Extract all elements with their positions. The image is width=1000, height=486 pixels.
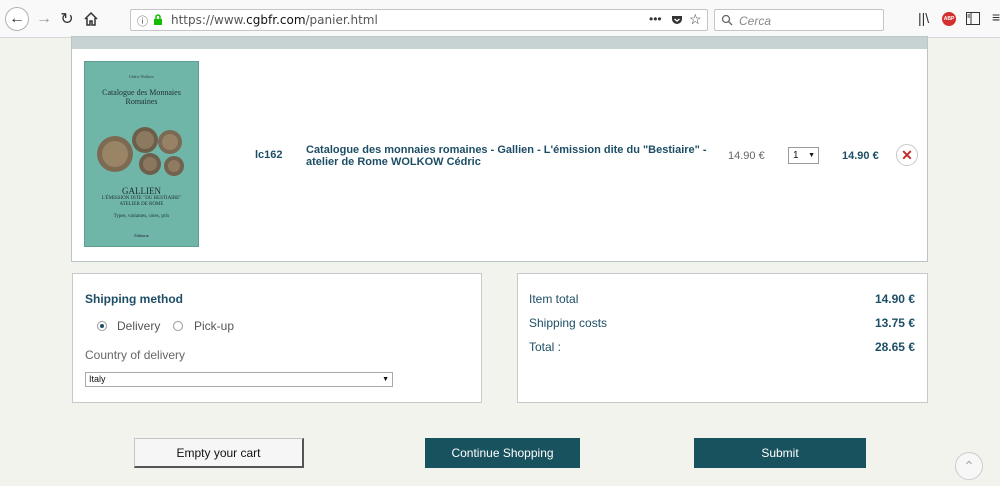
product-title-link[interactable]: Catalogue des monnaies romaines - Gallie…	[306, 144, 716, 168]
library-icon[interactable]: ||\	[918, 10, 929, 26]
url-path: /panier.html	[305, 13, 378, 27]
shipping-costs-value: 13.75 €	[874, 316, 915, 330]
country-value: Italy	[89, 374, 106, 384]
continue-shopping-button[interactable]: Continue Shopping	[425, 438, 580, 468]
country-label: Country of delivery	[85, 348, 186, 362]
scroll-to-top-button[interactable]: ⌃	[955, 452, 983, 480]
remove-item-button[interactable]: ✕	[896, 144, 918, 166]
browser-toolbar: ← → ↻ ⓘ https://www.cgbfr.com/panier.htm…	[0, 0, 1000, 38]
lock-icon	[154, 14, 162, 25]
search-bar[interactable]: Cerca	[714, 9, 884, 31]
url-text: https://www.cgbfr.com/panier.html	[171, 13, 378, 27]
delivery-radio[interactable]	[97, 321, 107, 331]
adblock-icon[interactable]: ABP	[942, 12, 956, 26]
cover-subtitle: GALLIEN L'ÉMISSION DITE "DU BESTIAIRE" A…	[85, 186, 198, 220]
page-actions-icon[interactable]: •••	[649, 12, 662, 26]
cover-author: Cédric Wolkow	[128, 74, 155, 79]
coins-illustration	[97, 127, 184, 176]
pickup-radio[interactable]	[173, 321, 183, 331]
close-icon: ✕	[901, 146, 913, 163]
product-image[interactable]: Cédric Wolkow Catalogue des Monnaies Rom…	[84, 61, 199, 247]
url-domain: cgbfr.com	[246, 13, 306, 27]
back-button[interactable]: ←	[5, 7, 29, 31]
cover-title-line1: Catalogue des Monnaies	[102, 88, 181, 97]
delivery-label[interactable]: Delivery	[117, 319, 160, 333]
quantity-select[interactable]: 1 ▼	[788, 147, 819, 164]
cover-sub4: Types, variantes, cotes, prix	[113, 214, 170, 219]
country-select[interactable]: Italy ▼	[85, 372, 393, 387]
reload-button[interactable]: ↻	[56, 8, 78, 30]
chevron-up-icon: ⌃	[963, 457, 975, 474]
reload-icon: ↻	[60, 11, 74, 28]
item-total-value: 14.90 €	[874, 292, 915, 306]
item-total-label: Item total	[529, 292, 579, 306]
totals-panel: Item total 14.90 € Shipping costs 13.75 …	[517, 273, 928, 403]
shipping-title: Shipping method	[85, 292, 183, 306]
home-button[interactable]	[80, 8, 102, 30]
quantity-value: 1	[793, 150, 799, 161]
search-icon	[721, 14, 733, 26]
card-header-bar	[72, 37, 927, 49]
arrow-right-icon: →	[36, 10, 52, 27]
cover-sub1: GALLIEN	[122, 186, 161, 196]
forward-button[interactable]: →	[33, 8, 55, 30]
submit-button[interactable]: Submit	[694, 438, 866, 468]
home-icon	[84, 12, 98, 26]
total-value: 28.65 €	[874, 340, 915, 354]
cart-item-card: Cédric Wolkow Catalogue des Monnaies Rom…	[71, 36, 928, 262]
cover-title: Catalogue des Monnaies Romaines	[85, 88, 198, 106]
total-label: Total :	[529, 340, 562, 354]
cover-editor: Éditions	[134, 233, 149, 238]
search-placeholder: Cerca	[739, 14, 772, 28]
arrow-left-icon: ←	[9, 10, 25, 27]
url-bar[interactable]: ⓘ https://www.cgbfr.com/panier.html ••• …	[130, 9, 708, 31]
shipping-panel: Shipping method Delivery Pick-up Country…	[72, 273, 482, 403]
bookmark-star-icon[interactable]: ☆	[689, 11, 702, 28]
chevron-down-icon: ▼	[808, 152, 815, 159]
pocket-icon[interactable]	[671, 14, 683, 26]
empty-cart-button[interactable]: Empty your cart	[134, 438, 304, 468]
chevron-down-icon: ▼	[382, 376, 389, 383]
pickup-label[interactable]: Pick-up	[194, 319, 234, 333]
shipping-costs-label: Shipping costs	[529, 316, 608, 330]
line-total: 14.90 €	[842, 150, 879, 162]
product-ref: lc162	[255, 149, 283, 161]
menu-icon[interactable]: ≡	[992, 9, 1000, 25]
cover-sub3: ATELIER DE ROME	[119, 202, 164, 207]
info-icon[interactable]: ⓘ	[137, 13, 148, 29]
unit-price: 14.90 €	[728, 150, 765, 162]
sidebar-icon[interactable]	[966, 12, 980, 25]
cover-title-line2: Romaines	[125, 97, 158, 106]
url-prefix: https://www.	[171, 13, 247, 27]
